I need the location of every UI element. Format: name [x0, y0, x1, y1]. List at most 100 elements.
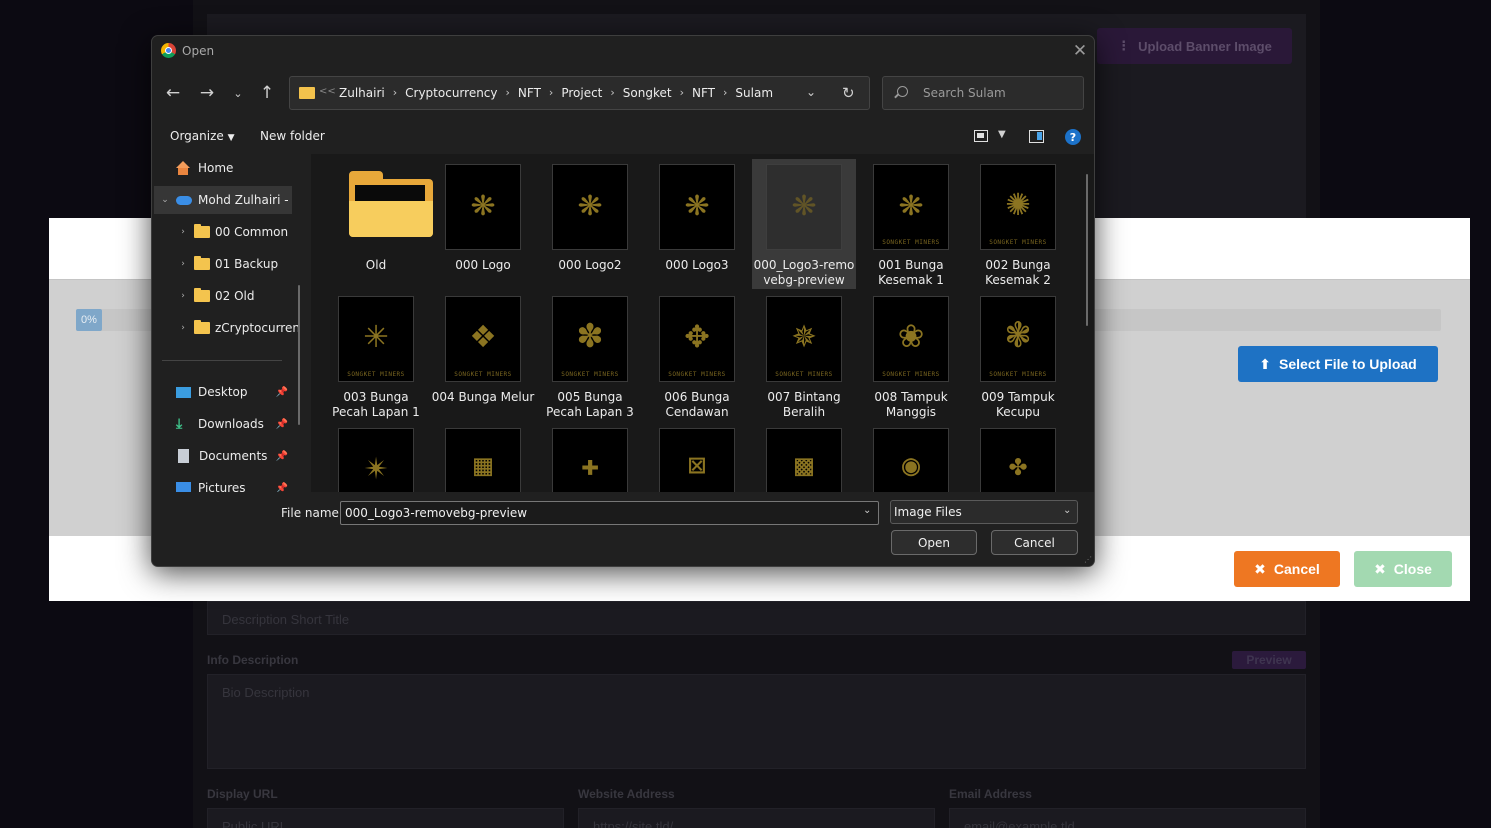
search-box[interactable]: Search Sulam [882, 76, 1084, 110]
up-arrow-icon[interactable]: ↑ [256, 82, 278, 104]
chevron-right-icon[interactable]: › [676, 86, 688, 100]
back-arrow-icon[interactable]: ← [162, 82, 184, 104]
bio-description-textarea[interactable]: Bio Description [207, 674, 1306, 769]
file-item[interactable]: ✳ SONGKET MINERS 003 Bunga Pecah Lapan 1 [324, 291, 428, 421]
resize-grip-icon[interactable]: ⋰ [1084, 555, 1092, 564]
breadcrumb-item[interactable]: Zulhairi [335, 86, 389, 100]
file-item[interactable]: ❋ SONGKET MINERS 001 Bunga Kesemak 1 [859, 159, 963, 289]
breadcrumb-item[interactable]: NFT [688, 86, 719, 100]
x-icon: ✖ [1254, 560, 1266, 577]
chevron-right-icon[interactable]: › [172, 291, 194, 301]
organize-menu[interactable]: Organize ▼ [170, 129, 235, 143]
address-overflow[interactable]: << [319, 86, 336, 97]
website-placeholder: https://site.tld/ [593, 819, 674, 828]
thumbnail-brand: SONGKET MINERS [668, 371, 726, 378]
email-address-label: Email Address [949, 787, 1032, 801]
nav-divider [162, 360, 282, 361]
modal-close-label: Close [1393, 561, 1432, 577]
image-thumbnail: ❋ [766, 164, 842, 250]
recent-locations-chevron-icon[interactable]: ⌄ [227, 82, 249, 104]
open-button[interactable]: Open [891, 530, 977, 555]
nav-item-desktop[interactable]: Desktop 📌 [154, 378, 292, 406]
image-thumbnail: ◉ [873, 428, 949, 492]
address-bar[interactable]: << Zulhairi › Cryptocurrency › NFT › Project › S… [289, 76, 870, 110]
file-item[interactable]: ✵ SONGKET MINERS 007 Bintang Beralih [752, 291, 856, 421]
close-icon[interactable]: ✕ [1070, 41, 1090, 61]
breadcrumb-item[interactable]: Songket [619, 86, 676, 100]
chevron-right-icon[interactable]: › [172, 323, 194, 333]
file-item[interactable]: ❖ SONGKET MINERS 004 Bunga Melur [431, 291, 535, 421]
help-icon[interactable]: ? [1065, 129, 1081, 145]
nav-item-pictures[interactable]: Pictures 📌 [154, 474, 292, 492]
file-item[interactable]: ❀ SONGKET MINERS 008 Tampuk Manggis [859, 291, 963, 421]
nav-item-folder[interactable]: › 00 Common [172, 218, 310, 246]
file-item[interactable]: ⊠ [645, 423, 749, 492]
file-item-selected[interactable]: ❋ 000_Logo3-remo vebg-preview [752, 159, 856, 289]
file-name-input[interactable]: 000_Logo3-removebg-preview [340, 501, 879, 525]
file-item[interactable]: ✴ [324, 423, 428, 492]
nav-item-home[interactable]: Home [154, 154, 292, 182]
chevron-right-icon[interactable]: › [545, 86, 557, 100]
file-item[interactable]: ❃ SONGKET MINERS 009 Tampuk Kecupu [966, 291, 1070, 421]
preview-pane-icon[interactable] [1029, 130, 1044, 143]
pin-icon: 📌 [275, 482, 288, 493]
image-thumbnail: ⊠ [659, 428, 735, 492]
breadcrumb-item[interactable]: Cryptocurrency [401, 86, 501, 100]
modal-close-button[interactable]: ✖ Close [1354, 551, 1452, 587]
file-item[interactable]: ✽ SONGKET MINERS 005 Bunga Pecah Lapan 3 [538, 291, 642, 421]
file-item[interactable]: ❋ 000 Logo3 [645, 159, 749, 289]
chevron-right-icon[interactable]: › [389, 86, 401, 100]
address-dropdown-chevron-icon[interactable]: ⌄ [806, 85, 816, 99]
file-item[interactable]: ◉ [859, 423, 963, 492]
chevron-down-icon[interactable]: ⌄ [154, 195, 176, 205]
file-item[interactable]: ❋ 000 Logo [431, 159, 535, 289]
chevron-down-icon[interactable]: ⌄ [1063, 505, 1071, 516]
preview-button[interactable]: Preview [1232, 651, 1306, 669]
nav-item-folder[interactable]: › 02 Old [172, 282, 310, 310]
new-folder-button[interactable]: New folder [260, 129, 325, 143]
nav-item-folder[interactable]: › 01 Backup [172, 250, 310, 278]
image-thumbnail: ❀ SONGKET MINERS [873, 296, 949, 382]
file-item[interactable]: ❋ 000 Logo2 [538, 159, 642, 289]
breadcrumb-item[interactable]: NFT [514, 86, 545, 100]
file-name: Old [365, 258, 387, 272]
file-grid: Old ❋ 000 Logo ❋ 000 Logo2 ❋ 000 Logo3 ❋… [311, 154, 1094, 492]
file-grid-scrollbar[interactable] [1086, 174, 1088, 326]
chevron-right-icon[interactable]: › [172, 227, 194, 237]
cancel-button[interactable]: Cancel [991, 530, 1078, 555]
nav-item-folder[interactable]: › zCryptocurren [172, 314, 310, 342]
file-item[interactable]: ▦ [431, 423, 535, 492]
modal-cancel-button[interactable]: ✖ Cancel [1234, 551, 1340, 587]
view-mode-icon[interactable] [974, 130, 988, 142]
upload-banner-button[interactable]: ⋮ Upload Banner Image [1097, 28, 1292, 64]
file-item-folder[interactable]: Old [324, 159, 433, 289]
chevron-right-icon[interactable]: › [606, 86, 618, 100]
file-item[interactable]: ✤ [966, 423, 1070, 492]
file-item[interactable]: ✥ SONGKET MINERS 006 Bunga Cendawan [645, 291, 749, 421]
breadcrumb-item[interactable]: Project [557, 86, 606, 100]
file-type-select[interactable]: Image Files [890, 500, 1078, 524]
chevron-right-icon[interactable]: › [172, 259, 194, 269]
nav-item-documents[interactable]: Documents 📌 [154, 442, 292, 470]
display-url-input[interactable]: Public URL [207, 808, 564, 828]
file-item[interactable]: ▩ [752, 423, 856, 492]
website-address-input[interactable]: https://site.tld/ [578, 808, 935, 828]
nav-item-downloads[interactable]: ⤓ Downloads 📌 [154, 410, 292, 438]
chevron-right-icon[interactable]: › [719, 86, 731, 100]
refresh-icon[interactable]: ↻ [842, 84, 855, 102]
forward-arrow-icon[interactable]: → [196, 82, 218, 104]
chevron-down-icon[interactable]: ▼ [998, 129, 1006, 140]
file-item[interactable]: ✚ [538, 423, 642, 492]
short-title-input[interactable]: Description Short Title [207, 601, 1306, 635]
nav-scrollbar[interactable] [298, 285, 300, 425]
select-file-button[interactable]: ⬆ Select File to Upload [1238, 346, 1438, 382]
file-item[interactable]: ✺ SONGKET MINERS 002 Bunga Kesemak 2 [966, 159, 1070, 289]
thumbnail-brand: SONGKET MINERS [347, 371, 405, 378]
display-url-placeholder: Public URL [222, 819, 288, 828]
breadcrumb-item[interactable]: Sulam [731, 86, 777, 100]
chevron-down-icon[interactable]: ⌄ [863, 505, 871, 516]
nav-item-onedrive[interactable]: ⌄ Mohd Zulhairi - [154, 186, 292, 214]
email-address-input[interactable]: email@example.tld [949, 808, 1306, 828]
chevron-right-icon[interactable]: › [502, 86, 514, 100]
nav-label: 02 Old [215, 289, 255, 303]
